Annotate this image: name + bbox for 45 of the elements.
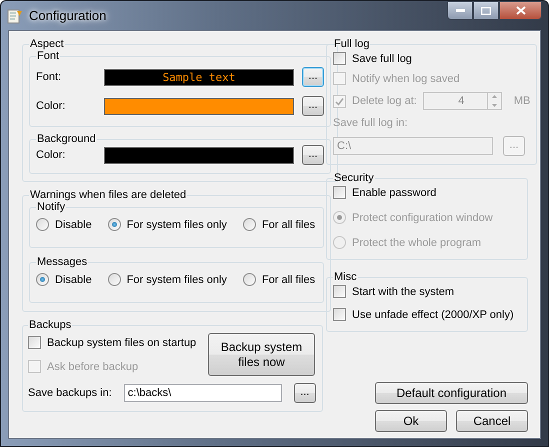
window-title: Configuration — [29, 8, 108, 23]
radio-button[interactable]: For all files — [242, 273, 316, 286]
maximize-icon — [481, 6, 491, 14]
group-title: Notify — [36, 201, 66, 213]
close-button[interactable] — [499, 1, 542, 20]
field-label: Color: — [36, 149, 66, 161]
checkmark-icon — [335, 96, 344, 106]
checkbox[interactable]: Backup system files on startup — [28, 336, 198, 349]
group-title: Messages — [36, 256, 88, 268]
radio-button[interactable]: Disable — [36, 218, 92, 231]
field-label: Save full log in: — [333, 117, 409, 129]
field-label: Font: — [36, 71, 62, 83]
field-label: Save backups in: — [28, 387, 112, 399]
group-title: Misc — [333, 271, 358, 283]
checkbox[interactable]: Start with the system — [333, 285, 521, 298]
default-configuration-button[interactable]: Default configuration — [375, 382, 528, 404]
group-title: Warnings when files are deleted — [29, 189, 188, 201]
path-field[interactable]: c:\backs\ — [124, 384, 282, 402]
checkbox[interactable]: Enable password — [333, 186, 521, 199]
app-icon — [7, 8, 23, 24]
sample-text: Sample text — [162, 70, 236, 84]
browse-button[interactable]: ... — [294, 383, 316, 403]
radio-button[interactable]: For system files only — [108, 273, 227, 286]
group-title: Full log — [333, 38, 370, 50]
cancel-button[interactable]: Cancel — [456, 410, 528, 432]
browse-button[interactable]: ... — [302, 145, 324, 165]
browse-button[interactable]: ... — [302, 96, 324, 116]
minimize-icon — [456, 9, 464, 12]
group-title: Backups — [28, 319, 72, 331]
group-title: Security — [333, 172, 375, 184]
ok-button[interactable]: Ok — [375, 410, 447, 432]
minimize-button[interactable] — [447, 1, 473, 20]
field-label: Color: — [36, 100, 66, 112]
checkbox[interactable]: Use unfade effect (2000/XP only) — [333, 308, 521, 321]
backup-now-button[interactable]: Backup system files now — [208, 333, 315, 376]
unit-label: MB — [514, 95, 530, 107]
group-title: Font — [36, 50, 60, 62]
group-title: Background — [36, 133, 97, 145]
browse-button[interactable]: ... — [302, 67, 324, 87]
close-icon — [516, 6, 526, 15]
group-title: Aspect — [29, 38, 65, 50]
radio-button[interactable]: For all files — [242, 218, 316, 231]
radio-button[interactable]: Disable — [36, 273, 92, 286]
maximize-button[interactable] — [473, 1, 499, 20]
radio-button[interactable]: For system files only — [108, 218, 227, 231]
